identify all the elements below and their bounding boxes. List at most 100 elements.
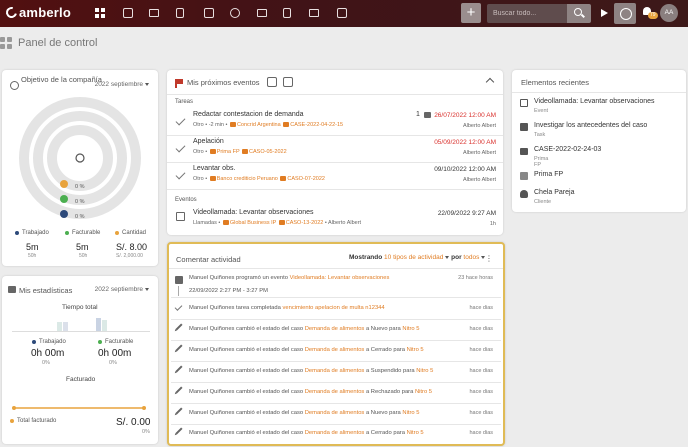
task-check-icon[interactable] xyxy=(175,142,186,153)
activity-link[interactable]: Demanda de alimentos xyxy=(305,410,365,416)
mail-icon[interactable] xyxy=(308,7,320,19)
stopwatch-button[interactable] xyxy=(614,3,636,24)
activity-link[interactable]: Nitro 5 xyxy=(407,347,424,353)
objective-period-select[interactable]: 2022 septiembre xyxy=(95,81,149,88)
facturado-line-chart xyxy=(12,406,146,410)
task-check-icon[interactable] xyxy=(175,115,186,126)
stats-card: Mis estadísticas 2022 septiembre Tiempo … xyxy=(2,276,158,444)
activity-range: 22/09/2022 2:27 PM - 3:27 PM xyxy=(189,288,268,294)
activity-link[interactable]: Demanda de alimentos xyxy=(305,326,365,332)
task-title[interactable]: Apelación xyxy=(193,138,224,145)
dashboard-icon[interactable] xyxy=(94,7,106,19)
case-icon xyxy=(278,220,285,225)
search-input[interactable] xyxy=(487,4,567,23)
search-button[interactable] xyxy=(567,4,591,23)
reports-icon[interactable] xyxy=(336,7,348,19)
activity-item: Manuel Quiñones programó un evento Video… xyxy=(171,272,501,298)
billing-icon[interactable] xyxy=(175,7,187,19)
activity-title: Comentar actividad xyxy=(176,255,241,264)
activity-time: hace dias xyxy=(469,410,493,416)
recent-items-card: Elementos recientes Videollamada: Levant… xyxy=(512,70,686,212)
stats-facturable-pct: 0% xyxy=(109,360,117,366)
activity-link[interactable]: Nitro 5 xyxy=(407,430,424,436)
stats-title: Mis estadísticas xyxy=(19,286,73,295)
activity-link[interactable]: Nitro 5 xyxy=(402,410,419,416)
more-options-icon[interactable]: ⋮ xyxy=(485,254,493,263)
stats-trabajado-value: 0h 00m xyxy=(31,348,65,359)
bar-1 xyxy=(57,322,62,331)
brand-logo[interactable]: amberlo xyxy=(3,4,71,21)
completed-check-icon xyxy=(174,303,183,311)
play-timer-button[interactable] xyxy=(595,5,612,22)
task-row[interactable]: Apelación Otro • Prima FP CASO-05-2022 0… xyxy=(167,137,503,163)
objective-card: Objetivo de la compañía 2022 septiembre … xyxy=(2,70,158,266)
events-card: Mis próximos eventos Tareas Redactar con… xyxy=(167,70,503,235)
activity-link[interactable]: vencimiento apelacion de multa n12344 xyxy=(282,305,384,311)
activity-link[interactable]: Demanda de alimentos xyxy=(305,368,365,374)
activity-item: Manuel Quiñones tarea completada vencimi… xyxy=(171,300,501,320)
search-icon xyxy=(574,8,582,16)
bar-2 xyxy=(63,322,68,331)
add-button[interactable]: + xyxy=(461,3,481,23)
recent-title: Elementos recientes xyxy=(521,78,589,87)
event-row[interactable]: Videollamada: Levantar observaciones Lla… xyxy=(167,208,503,234)
edit-icon xyxy=(175,323,183,331)
cases-icon[interactable] xyxy=(148,7,160,19)
add-task-icon[interactable] xyxy=(267,77,277,87)
activity-link[interactable]: Nitro 5 xyxy=(416,368,433,374)
contacts-icon[interactable] xyxy=(122,7,134,19)
folder-icon xyxy=(209,176,216,181)
event-title[interactable]: Videollamada: Levantar observaciones xyxy=(193,209,314,216)
avatar[interactable]: AA xyxy=(660,4,678,22)
task-comments-count: 1 xyxy=(416,111,420,118)
collapse-chevron-icon[interactable] xyxy=(485,77,495,87)
stats-icon xyxy=(8,286,16,293)
activity-time: hace dias xyxy=(469,389,493,395)
task-meta: Otro • Prima FP CASO-05-2022 xyxy=(193,149,287,155)
activity-item: Manuel Quiñones cambió el estado del cas… xyxy=(171,405,501,425)
calendar-check-icon xyxy=(175,276,183,284)
activity-filter[interactable]: Mostrando 10 tipos de actividad por todo… xyxy=(349,254,486,261)
task-row[interactable]: Levantar obs. Otro • Banco crediticio Pe… xyxy=(167,164,503,190)
stats-period-select[interactable]: 2022 septiembre xyxy=(95,286,149,293)
stats-trabajado-label: Trabajado xyxy=(32,339,66,345)
metric-trabajado-sub: 50h xyxy=(28,253,37,259)
task-date: 09/10/2022 12:00 AM xyxy=(434,166,496,173)
task-row[interactable]: Redactar contestacion de demanda Otro • … xyxy=(167,110,503,136)
activity-link[interactable]: Videollamada: Levantar observaciones xyxy=(290,275,390,281)
chevron-down-icon xyxy=(145,82,149,86)
calendar-nav-icon[interactable] xyxy=(203,7,215,19)
chevron-down-icon xyxy=(145,287,149,291)
edit-icon xyxy=(175,365,183,373)
facturado-point-start xyxy=(12,406,16,410)
case-icon xyxy=(280,176,287,181)
activity-link[interactable]: Demanda de alimentos xyxy=(305,347,365,353)
activity-time: hace dias xyxy=(469,368,493,374)
tasks-section-label: Tareas xyxy=(175,99,194,105)
metric-facturable-value: 5m xyxy=(76,242,89,252)
add-event-icon[interactable] xyxy=(283,77,293,87)
task-meta: Otro • -2 min • Concrid Argentina CASE-2… xyxy=(193,122,344,128)
task-check-icon[interactable] xyxy=(175,169,186,180)
folder-icon xyxy=(209,149,216,154)
ring-dot-orange xyxy=(60,180,68,188)
task-title[interactable]: Levantar obs. xyxy=(193,165,235,172)
stats-facturable-value: 0h 00m xyxy=(98,348,132,359)
activity-time: hace dias xyxy=(469,305,493,311)
task-title[interactable]: Redactar contestacion de demanda xyxy=(193,111,304,118)
comment-icon[interactable] xyxy=(424,112,431,118)
activity-link[interactable]: Nitro 5 xyxy=(402,326,419,332)
time-icon[interactable] xyxy=(229,7,241,19)
stats-trabajado-pct: 0% xyxy=(42,360,50,366)
folder-icon[interactable] xyxy=(256,7,268,19)
documents-icon[interactable] xyxy=(282,7,294,19)
activity-item: Manuel Quiñones cambió el estado del cas… xyxy=(171,342,501,362)
activity-link[interactable]: Demanda de alimentos xyxy=(305,389,365,395)
event-date: 22/09/2022 9:27 AM xyxy=(437,210,496,217)
bar-3 xyxy=(96,318,101,331)
task-date: 26/07/2022 12:00 AM xyxy=(434,112,496,119)
total-facturado-label: Total facturado xyxy=(10,418,56,424)
activity-link[interactable]: Nitro 5 xyxy=(415,389,432,395)
calendar-icon xyxy=(176,212,185,221)
activity-link[interactable]: Demanda de alimentos xyxy=(305,430,365,436)
